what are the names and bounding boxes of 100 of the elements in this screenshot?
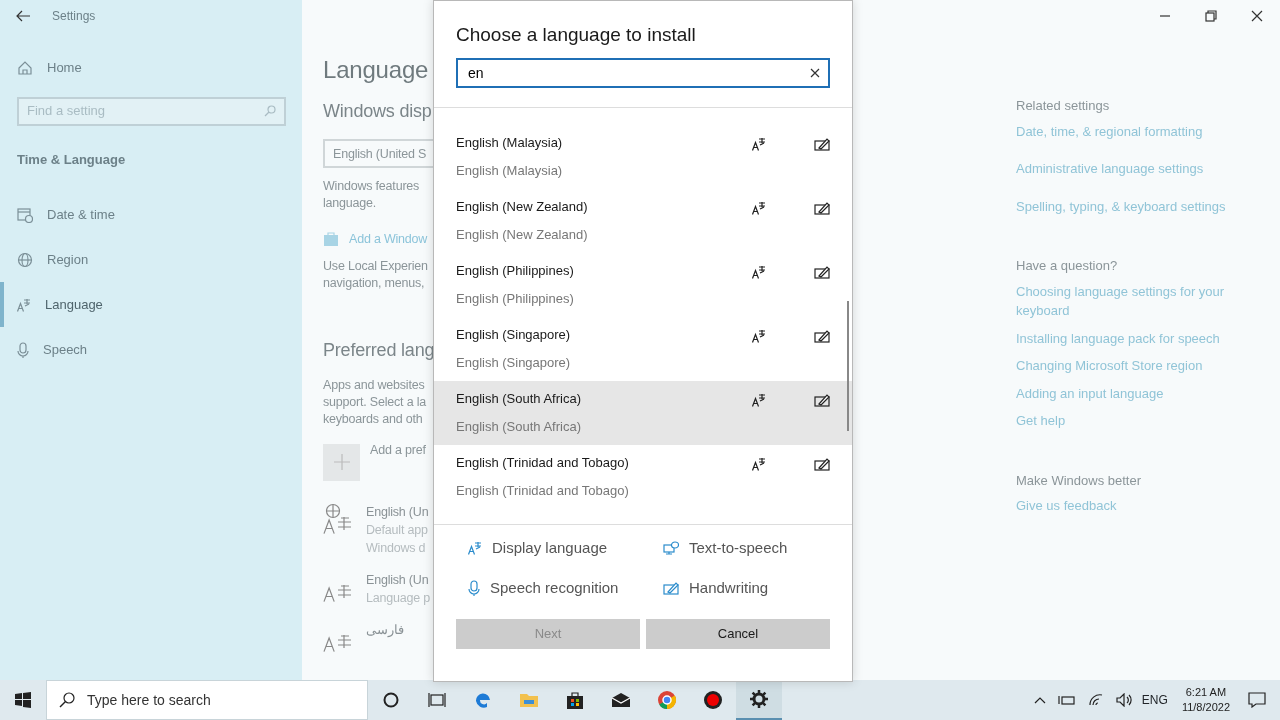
language-name: English (Un bbox=[366, 503, 429, 521]
language-name: فارسی bbox=[366, 621, 404, 639]
home-link[interactable]: Home bbox=[17, 45, 286, 90]
help-link[interactable]: Changing Microsoft Store region bbox=[1016, 356, 1203, 376]
home-icon bbox=[17, 59, 33, 76]
language-icon bbox=[752, 264, 766, 279]
legend-label: Text-to-speech bbox=[689, 537, 788, 558]
envelope-icon bbox=[611, 692, 631, 708]
cancel-button[interactable]: Cancel bbox=[646, 618, 830, 649]
plus-icon bbox=[333, 454, 350, 471]
microphone-icon bbox=[468, 580, 480, 597]
group-heading: Make Windows better bbox=[1016, 471, 1141, 490]
scrollbar-thumb[interactable] bbox=[847, 300, 849, 431]
page-title: Language bbox=[323, 55, 429, 85]
help-link[interactable]: Adding an input language bbox=[1016, 383, 1164, 403]
language-icon bbox=[752, 392, 766, 407]
taskbar-app[interactable] bbox=[736, 680, 782, 720]
help-link[interactable]: Administrative language settings bbox=[1016, 159, 1204, 179]
language-icon bbox=[468, 540, 482, 555]
clear-icon bbox=[810, 67, 820, 78]
description-text: support. Select a la bbox=[323, 393, 426, 411]
monitor-speech-icon bbox=[663, 540, 679, 555]
chevron-up-icon bbox=[1033, 696, 1046, 704]
language-icon bbox=[323, 633, 353, 653]
sidebar-item[interactable]: Date & time bbox=[0, 192, 286, 237]
language-icon bbox=[752, 136, 766, 151]
task-view-icon bbox=[428, 692, 446, 708]
speaker-icon bbox=[1115, 693, 1132, 707]
search-icon bbox=[264, 105, 276, 117]
language-item[interactable]: English (Trinidad and Tobago) English (Trinidad and Tobago) bbox=[434, 444, 852, 509]
help-link[interactable]: Installing language pack for speech bbox=[1016, 328, 1220, 348]
language-icon bbox=[752, 328, 766, 343]
store-link[interactable]: Add a Window bbox=[349, 230, 428, 249]
help-link[interactable]: Get help bbox=[1016, 411, 1066, 431]
close-icon bbox=[1251, 10, 1263, 22]
windows-logo-icon bbox=[15, 692, 31, 708]
globe-language-icon bbox=[323, 502, 353, 535]
language-name: English (Un bbox=[366, 571, 429, 589]
section-heading: Windows disp bbox=[323, 100, 432, 123]
clock[interactable]: 6:21 AM 11/8/2022 bbox=[1181, 685, 1230, 715]
language-icon bbox=[752, 200, 766, 215]
description-text: navigation, menus, bbox=[323, 274, 425, 292]
help-link[interactable]: Date, time, & regional formatting bbox=[1016, 121, 1203, 141]
pen-icon bbox=[814, 264, 830, 279]
group-heading: Have a question? bbox=[1016, 257, 1118, 275]
description-text: keyboards and oth bbox=[323, 410, 423, 428]
taskbar-search[interactable]: Type here to search bbox=[46, 680, 368, 720]
sidebar-item[interactable]: Language bbox=[0, 282, 286, 327]
speech-bubble-icon bbox=[1248, 692, 1266, 708]
settings-icon bbox=[749, 689, 769, 709]
group-heading: Related settings bbox=[1016, 97, 1110, 115]
pen-icon bbox=[814, 328, 830, 343]
language-icon bbox=[323, 583, 353, 603]
language-icon bbox=[17, 297, 31, 312]
chrome-icon bbox=[657, 690, 677, 710]
section-heading: Preferred lang bbox=[323, 338, 435, 362]
search-icon bbox=[59, 692, 75, 708]
pen-icon bbox=[663, 581, 679, 596]
pen-icon bbox=[814, 136, 830, 151]
pen-icon bbox=[814, 456, 830, 471]
help-link[interactable]: Give us feedback bbox=[1016, 496, 1117, 516]
description-text: Apps and websites bbox=[323, 376, 425, 394]
pen-icon bbox=[814, 200, 830, 215]
language-item[interactable]: English (South Africa) English (South Africa) bbox=[434, 380, 852, 445]
add-language-label[interactable]: Add a pref bbox=[370, 440, 426, 460]
search-field[interactable]: en bbox=[456, 57, 830, 88]
wifi-icon bbox=[1087, 693, 1104, 707]
restore-icon bbox=[1205, 10, 1217, 22]
help-link[interactable]: Spelling, typing, & keyboard settings bbox=[1016, 196, 1226, 216]
record-icon bbox=[703, 690, 723, 710]
sidebar-item[interactable]: Region bbox=[0, 237, 286, 282]
legend-label: Handwriting bbox=[689, 578, 769, 598]
shopping-bag-icon bbox=[566, 690, 584, 710]
language-item[interactable]: English (New Zealand) English (New Zealand) bbox=[434, 188, 852, 253]
language-detail: Default app bbox=[366, 521, 428, 539]
language-item[interactable]: English (Philippines) English (Philippines) bbox=[434, 252, 852, 317]
description-text: Windows features bbox=[323, 178, 420, 195]
sidebar-item[interactable]: Speech bbox=[0, 327, 286, 372]
circle-icon bbox=[383, 692, 399, 708]
language-item[interactable]: English (Singapore) English (Singapore) bbox=[434, 316, 852, 381]
calendar-icon bbox=[17, 206, 33, 223]
language-icon bbox=[752, 456, 766, 471]
store-icon bbox=[323, 231, 339, 248]
legend-label: Display language bbox=[492, 537, 608, 558]
legend-label: Speech recognition bbox=[490, 578, 619, 598]
folder-icon bbox=[519, 691, 539, 709]
window-title: Settings bbox=[52, 8, 96, 25]
pen-icon bbox=[814, 392, 830, 407]
input-language[interactable]: ENG bbox=[1141, 691, 1168, 709]
help-link[interactable]: Choosing language settings for your keyboard bbox=[1016, 281, 1228, 321]
language-detail: Language p bbox=[366, 589, 431, 607]
description-text: Use Local Experien bbox=[323, 257, 428, 275]
battery-icon bbox=[1057, 694, 1076, 706]
microphone-icon bbox=[17, 341, 29, 358]
description-text: language. bbox=[323, 195, 377, 212]
globe-icon bbox=[17, 251, 33, 268]
language-detail: Windows d bbox=[366, 539, 426, 557]
section-heading: Time & Language bbox=[17, 150, 126, 169]
dialog-title: Choose a language to install bbox=[456, 24, 696, 45]
back-arrow-icon bbox=[16, 10, 30, 22]
